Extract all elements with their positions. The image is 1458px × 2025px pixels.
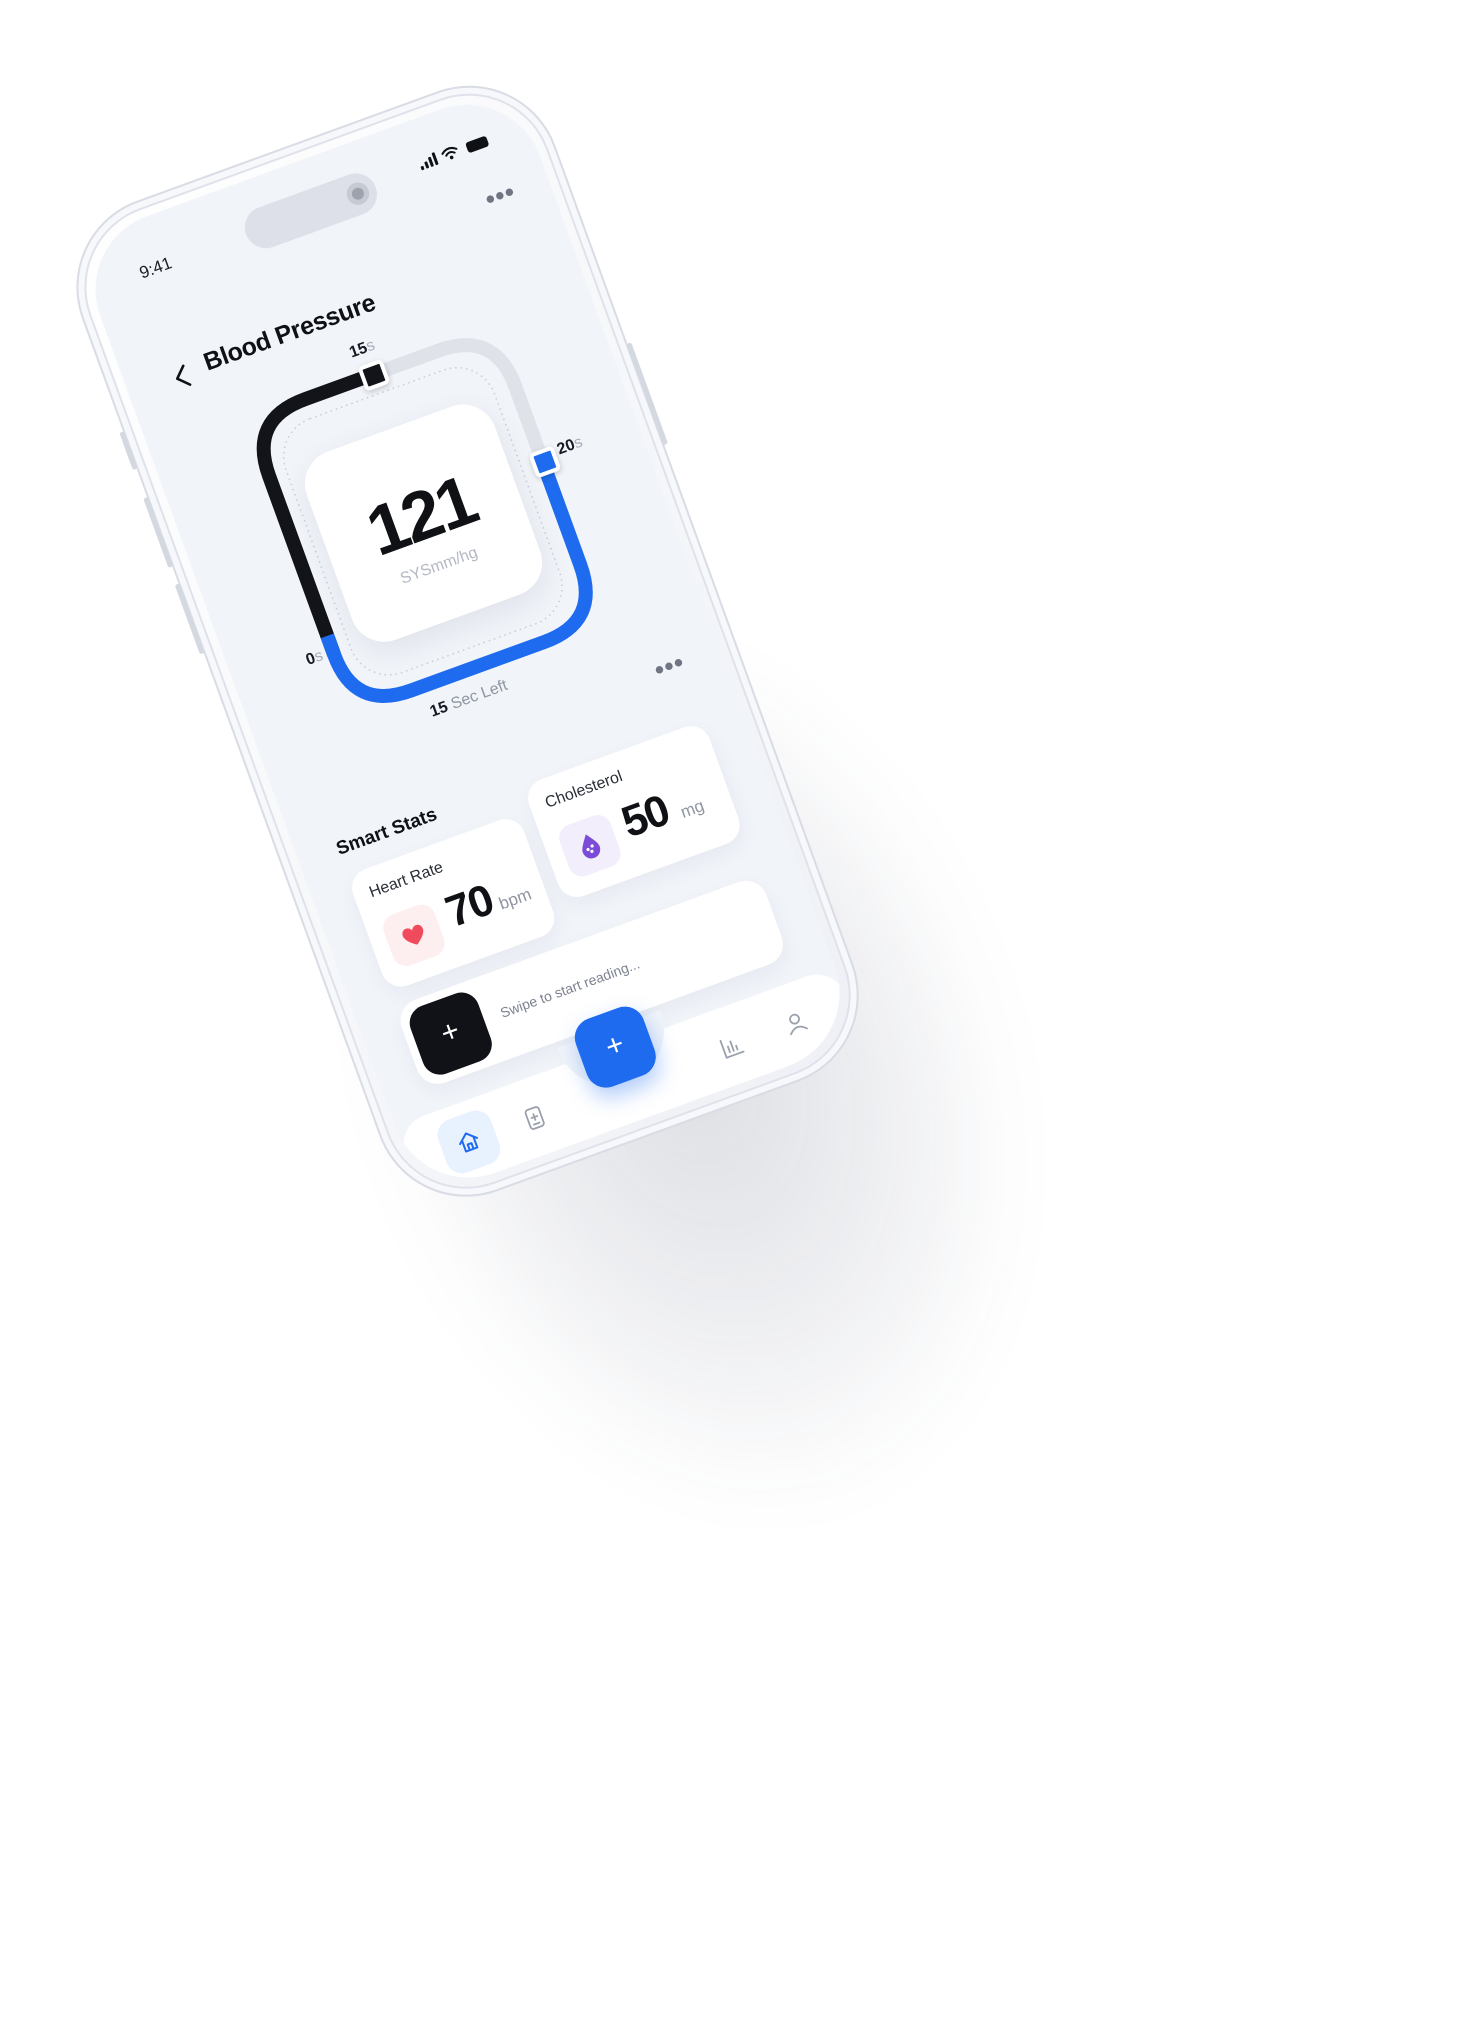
phone-frame: 9:41 ••• Blood Pressure 15s 20s 0s 121 S… [50, 59, 885, 1223]
cholesterol-value: 50 [615, 785, 676, 848]
heart-rate-label: Heart Rate [366, 858, 446, 902]
app-screen: 9:41 ••• Blood Pressure 15s 20s 0s 121 S… [73, 82, 862, 1200]
medical-card-icon [524, 1106, 545, 1130]
volume-up-button [143, 496, 174, 569]
heart-rate-value: 70 [439, 875, 500, 937]
cholesterol-card[interactable]: Cholesterol 50 mg [522, 720, 746, 903]
blood-drop-icon [555, 811, 625, 881]
home-icon [459, 1132, 479, 1153]
heart-icon [379, 900, 449, 970]
stats-more-icon[interactable]: ••• [650, 646, 689, 685]
phone-scene: 9:41 ••• Blood Pressure 15s 20s 0s 121 S… [50, 0, 1458, 2023]
mute-switch [119, 431, 138, 471]
heart-rate-unit: bpm [496, 884, 534, 914]
swipe-handle-button[interactable]: + [404, 987, 497, 1080]
chart-icon [719, 1039, 745, 1059]
profile-icon [789, 1013, 808, 1036]
cholesterol-unit: mg [677, 795, 707, 822]
cholesterol-label: Cholesterol [542, 768, 625, 812]
volume-down-button [174, 583, 205, 655]
